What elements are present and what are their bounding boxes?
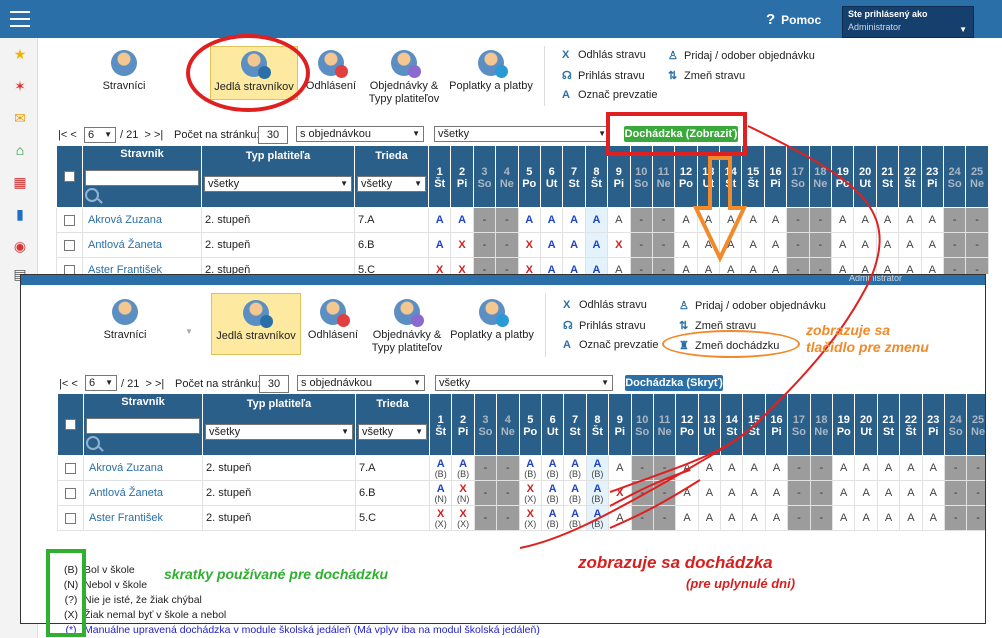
annotation-attendance-sub: (pre uplynulé dni)	[686, 576, 796, 591]
down-arrow-icon	[692, 156, 748, 263]
annotation-codes-note: skratky používané pre dochádzku	[164, 566, 389, 582]
annotation-attendance-note: zobrazuje sa dochádzka	[578, 553, 773, 572]
arrow-to-att-row1	[609, 125, 881, 493]
annotation-button-note: zobrazuje sa tlačidlo pre zmenu	[806, 322, 929, 355]
annotation-arrows	[519, 125, 881, 549]
arrow-from-note	[519, 419, 761, 549]
